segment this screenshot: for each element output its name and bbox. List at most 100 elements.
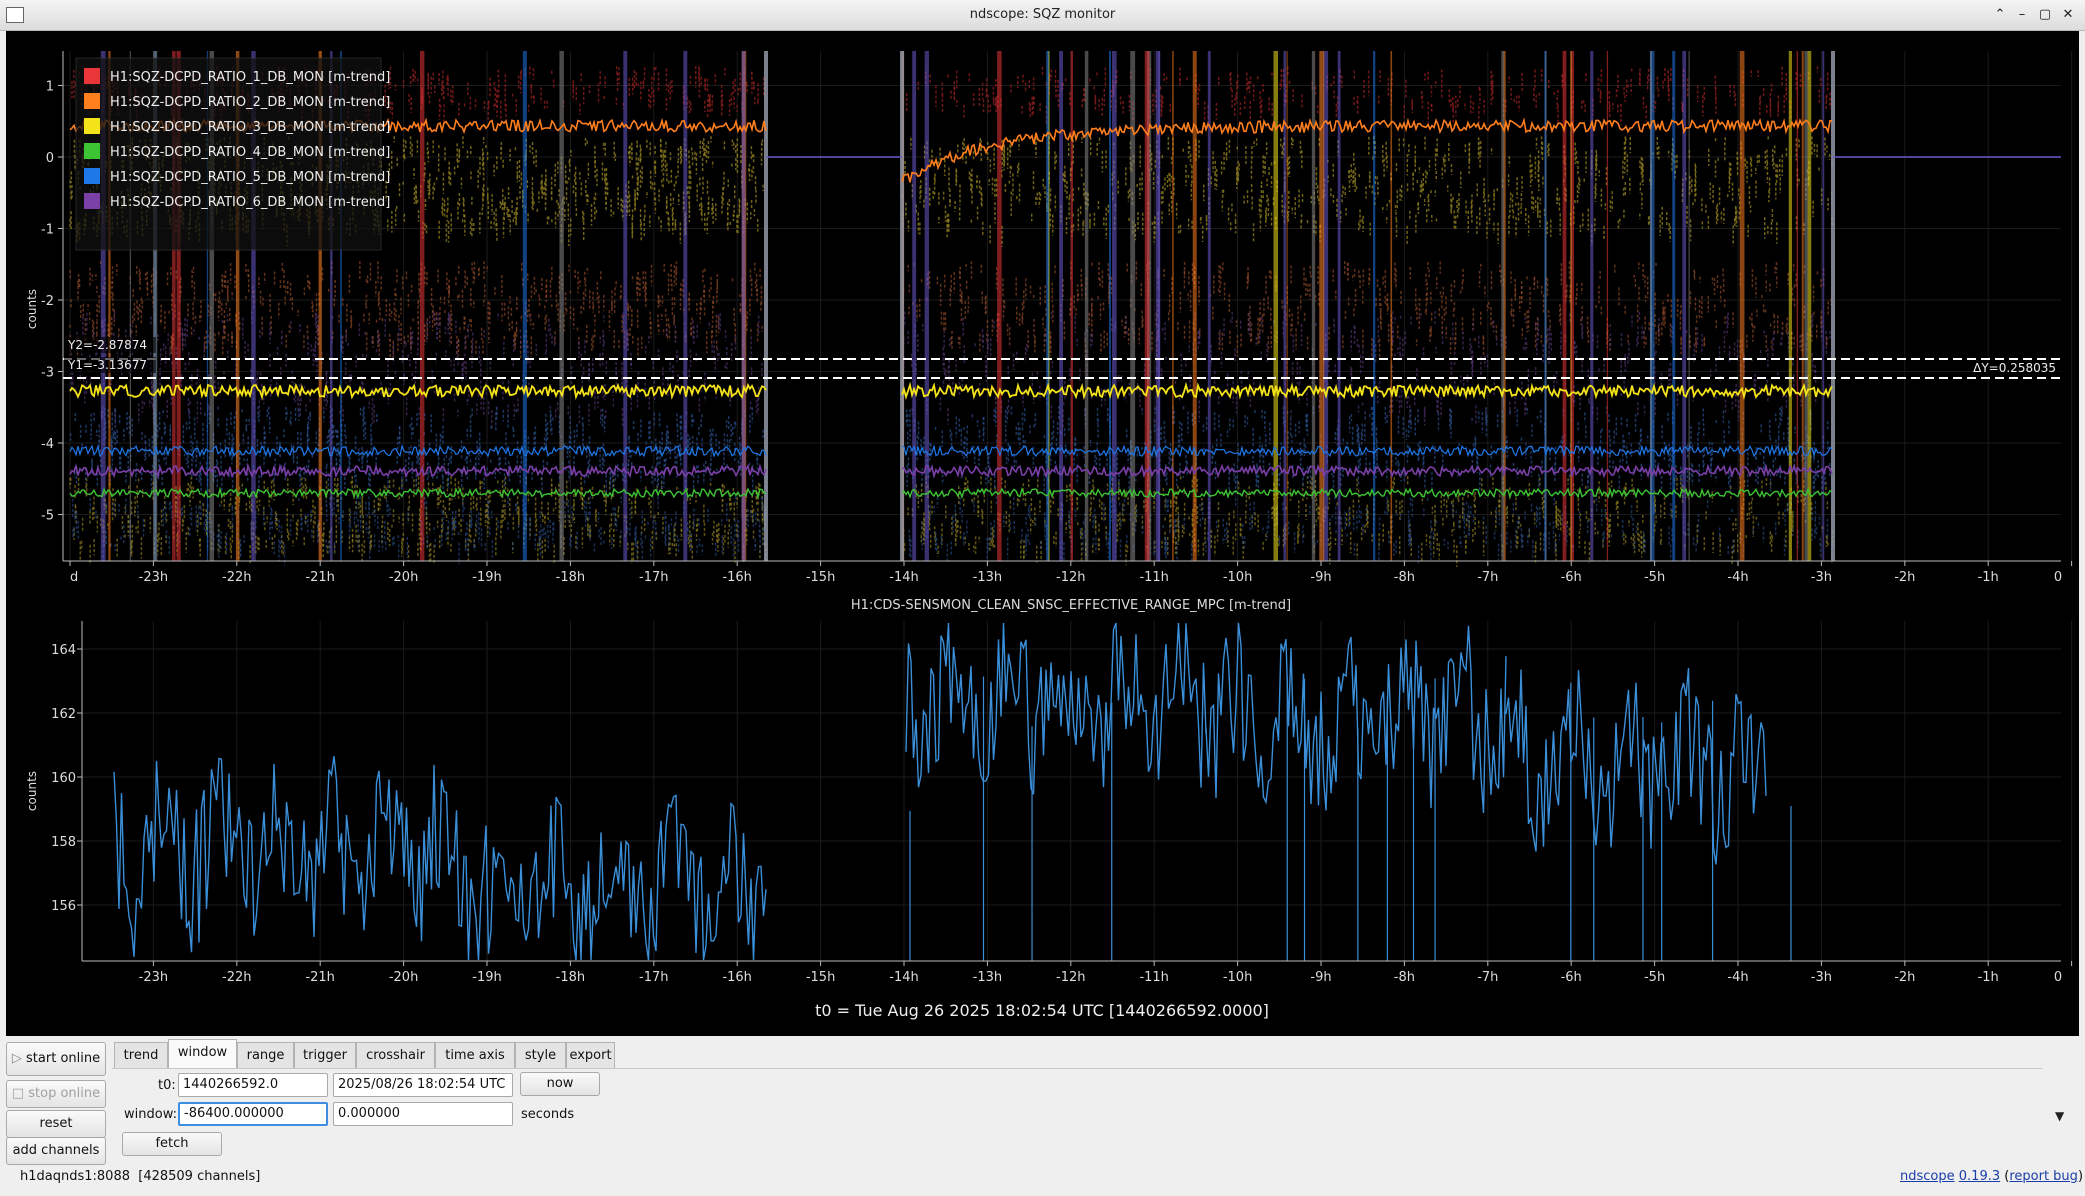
- legend-label: H1:SQZ-DCPD_RATIO_2_DB_MON [m-trend]: [110, 95, 390, 110]
- window-start-input[interactable]: -86400.000000: [178, 1102, 328, 1126]
- plot1-xtick-label: -1h: [1978, 570, 1999, 585]
- start-online-button[interactable]: ▷ start online: [6, 1042, 106, 1076]
- legend-label: H1:SQZ-DCPD_RATIO_3_DB_MON [m-trend]: [110, 120, 390, 135]
- t0-gps-input[interactable]: 1440266592.0: [178, 1073, 328, 1097]
- plot1-xtick-label: -6h: [1561, 570, 1582, 585]
- window-title: ndscope: SQZ monitor: [969, 7, 1116, 22]
- plot1-ytick-label: 0: [46, 151, 54, 166]
- tab-trigger[interactable]: trigger: [294, 1042, 356, 1068]
- shade-button[interactable]: ⌃: [1991, 6, 2009, 24]
- tab-crosshair[interactable]: crosshair: [356, 1042, 435, 1068]
- version-info: ndscope 0.19.3 (report bug): [1900, 1169, 2084, 1184]
- plot2-ytick-label: 164: [51, 643, 76, 658]
- plot2-xtick-label: -4h: [1727, 970, 1748, 985]
- legend-label: H1:SQZ-DCPD_RATIO_4_DB_MON [m-trend]: [110, 145, 390, 160]
- window-end-input[interactable]: 0.000000: [333, 1102, 513, 1126]
- plot2-xtick-label: -19h: [472, 970, 501, 985]
- now-button[interactable]: now: [520, 1072, 600, 1096]
- plot-sensmon-range[interactable]: H1:CDS-SENSMON_CLEAN_SNSC_EFFECTIVE_RANG…: [25, 598, 2073, 985]
- plot1-ytick-label: -2: [41, 294, 54, 309]
- legend-label: H1:SQZ-DCPD_RATIO_5_DB_MON [m-trend]: [110, 170, 390, 185]
- plot2-viewbox[interactable]: [82, 621, 2061, 951]
- version-link[interactable]: 0.19.3: [1959, 1169, 2000, 1184]
- plot1-xtick-label: -20h: [389, 570, 418, 585]
- legend-swatch: [84, 193, 100, 209]
- plots-canvas[interactable]: 1 0 -1 -2 -3 -4 -5 d -23h -22h -21h -20h -19h -18h -1…: [6, 31, 2079, 1036]
- collapse-arrow-icon[interactable]: ▼: [2055, 1109, 2064, 1123]
- plot1-xtick-label: -12h: [1056, 570, 1085, 585]
- plot1-y-ticks: 1 0 -1 -2 -3 -4 -5: [41, 80, 63, 524]
- plot-area: 1 0 -1 -2 -3 -4 -5 d -23h -22h -21h -20h -19h -18h -1…: [6, 31, 2079, 1036]
- reset-button[interactable]: reset: [6, 1110, 106, 1138]
- plot1-xtick-label: -17h: [639, 570, 668, 585]
- seconds-label: seconds: [521, 1107, 575, 1122]
- plot2-x-ticks: -23h -22h -21h -20h -19h -18h -17h -16h -15h -14h…: [139, 961, 2073, 985]
- plot2-xtick-label: -10h: [1223, 970, 1252, 985]
- plot2-xtick-label: -21h: [305, 970, 334, 985]
- plot2-ytick-label: 160: [51, 771, 76, 786]
- plot1-xtick-label: -16h: [722, 570, 751, 585]
- window-field-label: window:: [124, 1107, 177, 1122]
- plot1-xtick-label: -22h: [222, 570, 251, 585]
- plot1-xtick-label: -10h: [1223, 570, 1252, 585]
- plot2-xtick-label: -8h: [1394, 970, 1415, 985]
- t0-utc-input[interactable]: 2025/08/26 18:02:54 UTC: [333, 1073, 513, 1097]
- plot1-xtick-label: -15h: [806, 570, 835, 585]
- plot1-xtick-label: -4h: [1727, 570, 1748, 585]
- plot1-xtick-label: d: [70, 570, 78, 585]
- plot1-xtick-label: -18h: [556, 570, 585, 585]
- minimize-button[interactable]: –: [2013, 6, 2031, 24]
- report-bug-link[interactable]: report bug: [2009, 1169, 2078, 1184]
- legend-swatch: [84, 68, 100, 84]
- plot2-xtick-label: -13h: [973, 970, 1002, 985]
- plot2-ytick-label: 156: [51, 899, 76, 914]
- plot1-xtick-label: -8h: [1394, 570, 1415, 585]
- plot1-xtick-label: -5h: [1644, 570, 1665, 585]
- plot2-xtick-label: -9h: [1310, 970, 1331, 985]
- tab-range[interactable]: range: [237, 1042, 294, 1068]
- tab-time-axis[interactable]: time axis: [435, 1042, 515, 1068]
- plot2-xtick-label: -22h: [222, 970, 251, 985]
- maximize-button[interactable]: ▢: [2036, 6, 2054, 24]
- plot1-xtick-label: -7h: [1477, 570, 1498, 585]
- legend-swatch: [84, 143, 100, 159]
- plot-sqz-dcpd-ratio[interactable]: 1 0 -1 -2 -3 -4 -5 d -23h -22h -21h -20h -19h -18h -1…: [25, 51, 2073, 585]
- plot2-xtick-label: -14h: [889, 970, 918, 985]
- plot1-xtick-label: -19h: [472, 570, 501, 585]
- tab-window[interactable]: window: [168, 1039, 237, 1069]
- legend-label: H1:SQZ-DCPD_RATIO_6_DB_MON [m-trend]: [110, 195, 390, 210]
- fetch-button[interactable]: fetch: [122, 1132, 222, 1156]
- plot1-ylabel: counts: [25, 289, 39, 329]
- stop-online-button[interactable]: □ stop online: [6, 1080, 106, 1108]
- plot1-xtick-label: -21h: [305, 570, 334, 585]
- close-button[interactable]: ✕: [2059, 6, 2077, 24]
- plot1-xtick-label: -9h: [1310, 570, 1331, 585]
- tab-trend[interactable]: trend: [114, 1042, 168, 1068]
- plot2-ylabel: counts: [25, 771, 39, 811]
- tab-style[interactable]: style: [515, 1042, 566, 1068]
- legend-swatch: [84, 118, 100, 134]
- play-icon: ▷: [11, 1051, 27, 1066]
- plot1-xtick-label: -23h: [139, 570, 168, 585]
- status-server: h1daqnds1:8088 [428509 channels]: [20, 1169, 261, 1184]
- plot2-xtick-label: -17h: [639, 970, 668, 985]
- title-bar: ndscope: SQZ monitor ⌃ – ▢ ✕: [0, 0, 2085, 31]
- plot2-xtick-label: -3h: [1811, 970, 1832, 985]
- plot2-xtick-label: -5h: [1644, 970, 1665, 985]
- cursor-y2-label: Y2=-2.87874: [67, 338, 147, 352]
- stop-icon: □: [11, 1086, 29, 1101]
- tab-export[interactable]: export: [566, 1042, 615, 1068]
- plot2-xtick-label: -20h: [389, 970, 418, 985]
- plot2-xtick-label: -2h: [1894, 970, 1915, 985]
- ndscope-link[interactable]: ndscope: [1900, 1169, 1955, 1184]
- plot1-xtick-label: -14h: [889, 570, 918, 585]
- plot2-ytick-label: 158: [51, 835, 76, 850]
- plot1-x-ticks: d -23h -22h -21h -20h -19h -18h -17h -16h -15h -14…: [69, 561, 2073, 585]
- plot2-y-ticks: 164 162 160 158 156: [51, 643, 82, 914]
- plot2-title: H1:CDS-SENSMON_CLEAN_SNSC_EFFECTIVE_RANG…: [851, 598, 1291, 613]
- plot1-xtick-label: -3h: [1811, 570, 1832, 585]
- plot2-xtick-label: -7h: [1477, 970, 1498, 985]
- add-channels-button[interactable]: add channels: [6, 1137, 106, 1165]
- delta-y-label: ΔY=0.258035: [1973, 361, 2056, 375]
- tab-divider: [112, 1068, 2042, 1069]
